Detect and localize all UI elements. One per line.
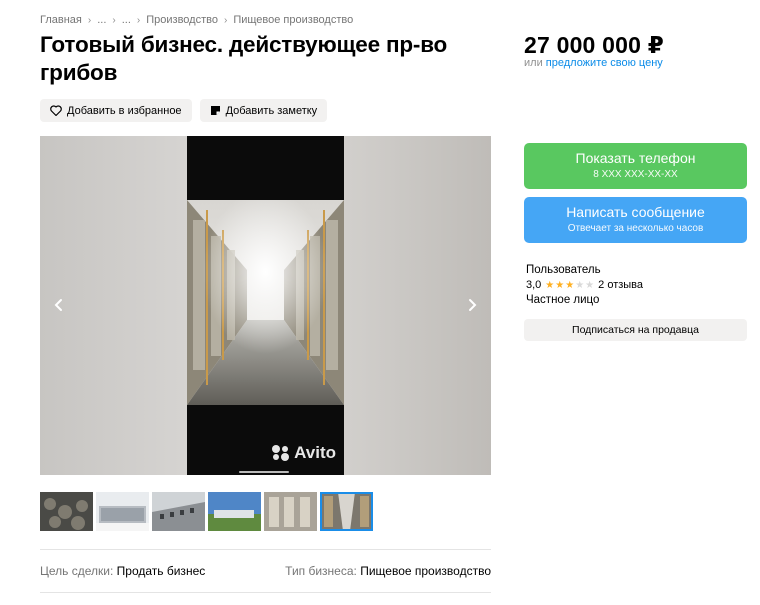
star-icon: ★: [545, 280, 555, 291]
listing-actions: Добавить в избранное Добавить заметку: [40, 99, 328, 122]
rating-stars: ★ ★ ★ ★ ★: [545, 278, 594, 293]
seller-name[interactable]: Пользователь: [526, 263, 643, 278]
divider: [40, 549, 491, 550]
gallery-main-image[interactable]: Avito: [187, 136, 344, 475]
subscribe-seller-button[interactable]: Подписаться на продавца: [524, 319, 747, 341]
chevron-right-icon: ›: [223, 14, 228, 26]
heart-icon: [50, 105, 62, 116]
seller-type: Частное лицо: [526, 294, 600, 306]
watermark-text: Avito: [294, 443, 336, 462]
gallery-thumbnail[interactable]: [40, 492, 93, 531]
listing-params: Цель сделки: Продать бизнес Тип бизнеса:…: [40, 564, 491, 578]
breadcrumb-item[interactable]: Пищевое производство: [233, 14, 353, 26]
chevron-right-icon: [469, 299, 477, 311]
gallery-thumbnails: [40, 492, 373, 531]
star-icon: ★: [585, 280, 595, 291]
add-favorite-label: Добавить в избранное: [67, 104, 182, 117]
param-value: Продать бизнес: [116, 564, 206, 578]
mushroom-farm-photo: [187, 200, 344, 405]
param-deal-goal: Цель сделки: Продать бизнес: [40, 564, 205, 578]
avito-watermark: Avito: [271, 443, 336, 463]
gallery-thumbnail-active[interactable]: [320, 492, 373, 531]
chevron-right-icon: ›: [87, 14, 92, 26]
param-key: Тип бизнеса:: [285, 564, 357, 578]
breadcrumb-item[interactable]: Производство: [146, 14, 218, 26]
seller-info: Пользователь 3,0 ★ ★ ★ ★ ★ 2 отзыва Частное …: [526, 263, 643, 308]
star-icon: ★: [575, 280, 585, 291]
video-progress-bar: [239, 471, 289, 473]
star-icon: ★: [565, 280, 575, 291]
gallery-prev-button[interactable]: [50, 296, 68, 314]
breadcrumb-item[interactable]: ...: [122, 14, 131, 26]
add-note-label: Добавить заметку: [225, 104, 318, 117]
write-message-button[interactable]: Написать сообщение Отвечает за несколько…: [524, 197, 747, 243]
star-icon: ★: [555, 280, 565, 291]
add-favorite-button[interactable]: Добавить в избранное: [40, 99, 192, 122]
note-icon: [210, 106, 220, 115]
show-phone-button[interactable]: Показать телефон 8 XXX XXX-XX-XX: [524, 143, 747, 189]
show-phone-label: Показать телефон: [575, 150, 696, 166]
reviews-count: 2 отзыва: [598, 279, 644, 291]
page-title: Готовый бизнес. действующее пр-во грибов: [40, 32, 448, 85]
gallery-thumbnail[interactable]: [208, 492, 261, 531]
response-time: Отвечает за несколько часов: [567, 223, 704, 234]
gallery-thumbnail[interactable]: [96, 492, 149, 531]
photo-gallery[interactable]: Avito: [40, 136, 491, 475]
offer-price-line: или предложите свою цену: [524, 57, 663, 69]
price: 27 000 000 ₽: [524, 32, 664, 58]
rating-value: 3,0: [526, 279, 542, 291]
write-message-label: Написать сообщение: [566, 204, 705, 220]
param-key: Цель сделки:: [40, 564, 114, 578]
gallery-thumbnail[interactable]: [264, 492, 317, 531]
breadcrumb-home[interactable]: Главная: [40, 14, 82, 26]
gallery-thumbnail[interactable]: [152, 492, 205, 531]
chevron-right-icon: ›: [112, 14, 116, 26]
param-value: Пищевое производство: [360, 564, 491, 578]
chevron-left-icon: [54, 299, 62, 311]
divider: [40, 592, 491, 593]
breadcrumb-item[interactable]: ...: [97, 14, 106, 26]
avito-logo-icon: [272, 445, 290, 461]
chevron-right-icon: ›: [136, 14, 141, 26]
breadcrumb: Главная › ... › ... › Производство › Пищ…: [40, 14, 353, 26]
add-note-button[interactable]: Добавить заметку: [199, 99, 328, 122]
gallery-next-button[interactable]: [463, 296, 481, 314]
offer-price-link[interactable]: предложите свою цену: [546, 57, 663, 69]
param-business-type: Тип бизнеса: Пищевое производство: [285, 564, 491, 578]
seller-rating[interactable]: 3,0 ★ ★ ★ ★ ★ 2 отзыва: [526, 278, 643, 293]
offer-prefix: или: [524, 57, 543, 69]
phone-mask: 8 XXX XXX-XX-XX: [593, 169, 678, 180]
